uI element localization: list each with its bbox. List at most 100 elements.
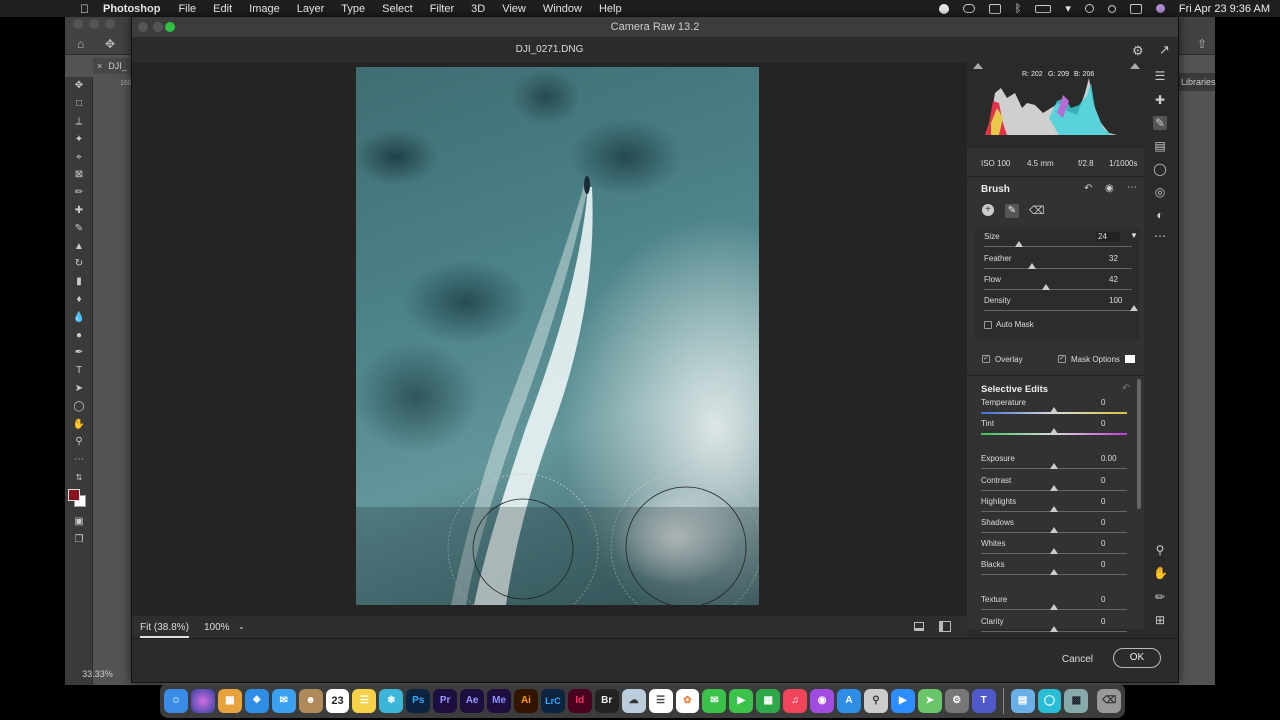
red-eye-icon[interactable]: ◎ [1153,185,1167,199]
feather-value[interactable]: 32 [1109,254,1118,263]
texture-value[interactable]: 0 [1101,595,1105,604]
foreground-color-swatch[interactable] [68,489,80,502]
whites-slider-thumb[interactable] [1050,548,1058,554]
more-strip-icon[interactable]: ⋯ [1153,229,1167,243]
brush-mode-icon[interactable]: ✎ [1005,204,1019,218]
hand-tool[interactable]: ✋ [65,415,93,433]
lasso-tool[interactable]: ⟂ [65,113,93,131]
size-slider-track[interactable] [984,246,1132,247]
paint-bucket-tool[interactable]: ♦ [65,291,93,309]
ellipse-tool[interactable]: ◯ [65,397,93,415]
settings-gear-icon[interactable]: ⚙ [1132,43,1144,59]
ok-button[interactable]: OK [1113,648,1161,668]
shadows-value[interactable]: 0 [1101,518,1105,527]
tint-slider-thumb[interactable] [1050,428,1058,434]
image-canvas[interactable] [132,63,967,616]
home-icon[interactable]: ⌂ [77,37,84,51]
mask-color-swatch[interactable] [1125,355,1135,363]
grid-icon[interactable]: ⊞ [1153,613,1167,627]
stamp-tool[interactable]: ▲ [65,237,93,255]
density-slider-thumb[interactable] [1130,305,1138,311]
menu-file[interactable]: File [178,3,196,15]
quick-mask-icon[interactable]: ▣ [65,512,93,530]
contacts-icon[interactable]: ☻ [298,688,323,713]
contrast-value[interactable]: 0 [1101,476,1105,485]
close-button[interactable] [138,22,148,32]
more-options-icon[interactable]: ⋯ [1127,182,1137,193]
crop-tool[interactable]: ⌖ [65,148,93,166]
size-value[interactable]: 24 [1096,232,1120,241]
mask-options-checkbox[interactable]: ✓ [1058,355,1066,363]
close-button-ps[interactable] [73,19,83,29]
temperature-value[interactable]: 0 [1101,398,1105,407]
blur-tool[interactable]: 💧 [65,308,93,326]
texture-slider-thumb[interactable] [1050,604,1058,610]
search-icon[interactable] [1107,4,1116,13]
screen-folder-icon[interactable]: ▩ [1064,688,1089,713]
edit-sliders-icon[interactable]: ☰ [1153,69,1167,83]
spotlight-app-icon[interactable]: ⚲ [863,688,888,713]
swap-colors-icon[interactable]: ⇅ [65,469,93,487]
menu-type[interactable]: Type [341,3,365,15]
radial-filter-icon[interactable]: ◯ [1153,162,1167,176]
drive-icon[interactable]: ☁ [621,688,646,713]
reset-brush-icon[interactable]: ↶ [1084,183,1092,194]
bluetooth-icon[interactable]: ᛒ [1015,3,1022,15]
menu-photoshop[interactable]: Photoshop [103,3,160,15]
libraries-panel-tab[interactable]: Libraries [1179,73,1216,91]
marquee-tool[interactable]: □ [65,95,93,113]
creative-cloud-icon[interactable] [962,4,975,13]
system-utility-icon[interactable]: ❄ [379,688,404,713]
clock-icon[interactable] [1084,4,1094,13]
browser-icon[interactable]: ◯ [1037,688,1062,713]
quick-select-tool[interactable]: ✦ [65,130,93,148]
flow-slider-track[interactable] [984,289,1132,290]
app-store-icon[interactable]: A [837,688,861,713]
flow-slider-thumb[interactable] [1042,284,1050,290]
show-overlay-icon[interactable]: ◉ [1105,183,1114,194]
before-after-icon[interactable] [939,621,951,632]
dodge-tool[interactable]: ● [65,326,93,344]
clarity-value[interactable]: 0 [1101,617,1105,626]
filmstrip-icon[interactable] [914,622,924,631]
menu-edit[interactable]: Edit [213,3,232,15]
maps-icon[interactable]: ➤ [917,688,942,713]
brush-tool[interactable]: ✎ [65,219,93,237]
highlights-value[interactable]: 0 [1101,497,1105,506]
zoom-100-button[interactable]: 100% [204,622,230,633]
heal-icon[interactable]: ✚ [1153,93,1167,107]
frame-tool[interactable]: ⊠ [65,166,93,184]
menu-layer[interactable]: Layer [297,3,325,15]
after-effects-icon[interactable]: Ae [460,688,485,713]
finder-icon[interactable]: ☺ [164,688,188,713]
trash-icon[interactable]: ⌫ [1097,688,1122,713]
teams-icon[interactable]: T [971,688,996,713]
more-tools-icon[interactable]: ⋯ [65,451,93,469]
reminders-icon[interactable]: ☰ [648,688,673,713]
eraser-tool[interactable]: ▮ [65,273,93,291]
color-sampler-icon[interactable]: ✏ [1153,590,1167,604]
calendar-icon[interactable]: 23 [325,688,350,713]
blacks-value[interactable]: 0 [1101,560,1105,569]
panel-scrollbar[interactable] [1137,379,1141,509]
utilities-folder-icon[interactable]: ▤ [1010,688,1035,713]
clarity-slider-thumb[interactable] [1050,626,1058,632]
zoom-button-ps[interactable] [105,19,115,29]
siri-icon[interactable] [1155,4,1165,13]
feather-slider-track[interactable] [984,268,1132,269]
siri-dock-icon[interactable] [190,688,215,713]
pen-tool[interactable]: ✒ [65,344,93,362]
indesign-icon[interactable]: Id [567,688,592,713]
shadows-slider-thumb[interactable] [1050,527,1058,533]
control-center-icon[interactable] [1129,3,1142,14]
add-brush-icon[interactable]: + [982,204,994,216]
podcasts-icon[interactable]: ◉ [810,688,835,713]
temperature-slider-thumb[interactable] [1050,407,1058,413]
path-select-tool[interactable]: ➤ [65,380,93,398]
menu-filter[interactable]: Filter [430,3,454,15]
menu-window[interactable]: Window [543,3,582,15]
color-swatches[interactable] [65,486,93,512]
presets-icon[interactable]: ◐ [1153,208,1167,222]
erase-mode-icon[interactable]: ⌫ [1029,204,1045,217]
menu-image[interactable]: Image [249,3,280,15]
